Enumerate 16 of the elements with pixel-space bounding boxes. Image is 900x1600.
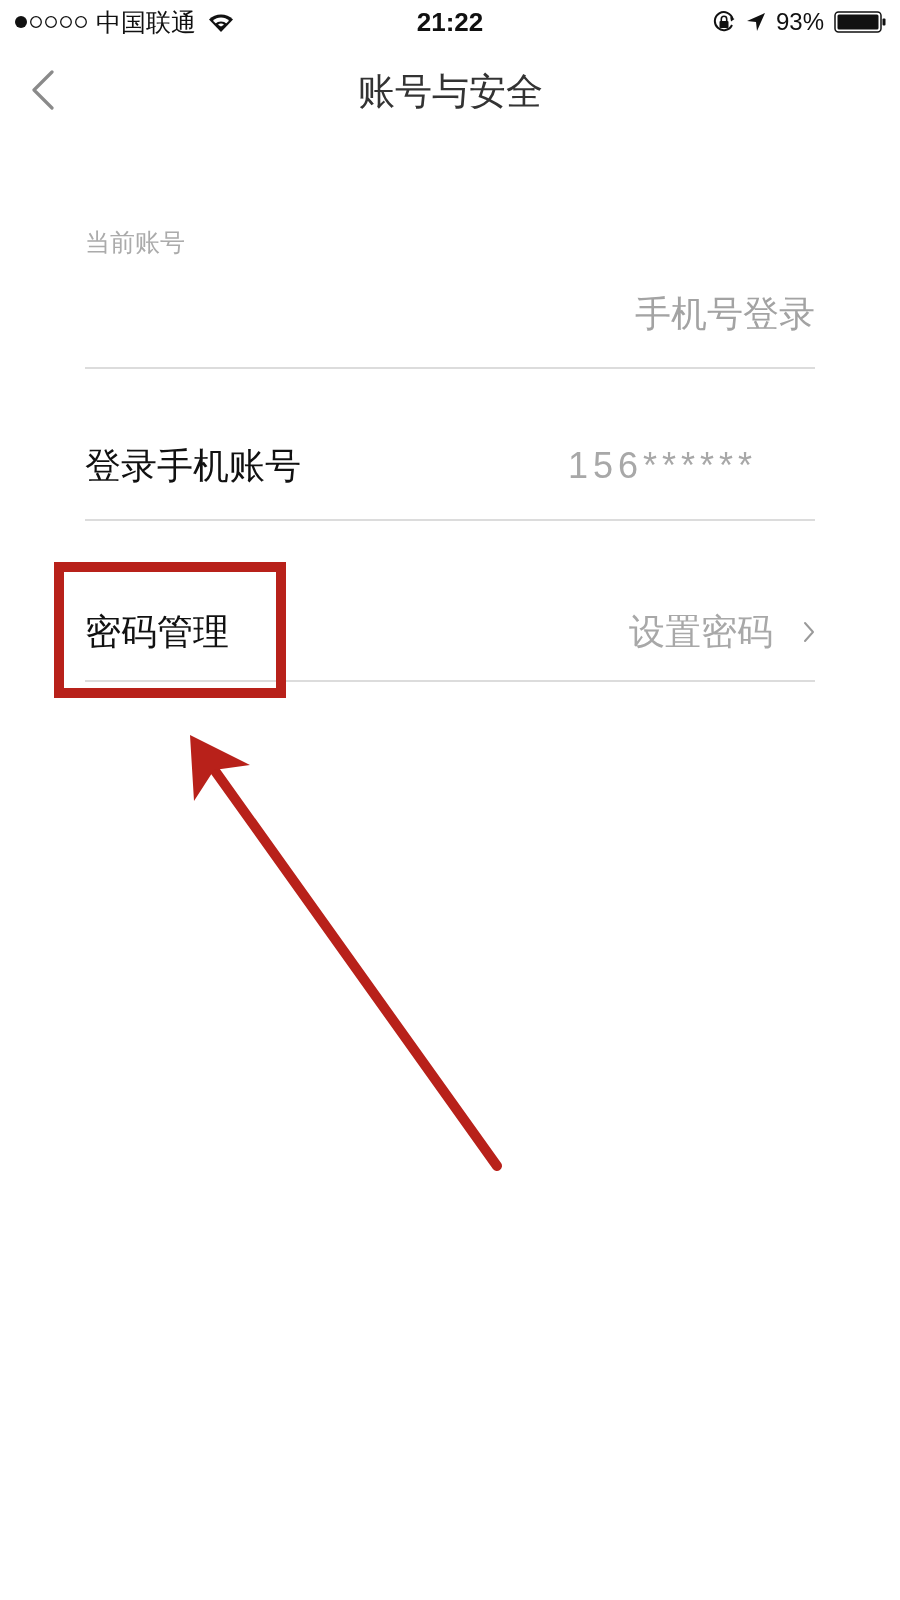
signal-dots-icon (14, 15, 88, 29)
row-label[interactable]: 密码管理 (85, 609, 229, 655)
rotation-lock-icon (711, 10, 736, 34)
status-time: 21:22 (416, 6, 484, 38)
chevron-right-icon[interactable] (803, 621, 815, 643)
row-value: 156****** (567, 444, 757, 488)
row-label: 登录手机账号 (85, 444, 301, 488)
login-method-text: 手机号登录 (635, 292, 815, 336)
page-title: 账号与安全 (357, 69, 543, 115)
carrier-name: 中国联通 (96, 6, 196, 39)
location-arrow-icon (745, 12, 766, 32)
wifi-icon (208, 12, 234, 32)
back-icon[interactable] (31, 70, 55, 110)
section-label: 当前账号 (85, 227, 186, 259)
battery-percent: 93% (775, 8, 824, 36)
battery-icon (834, 11, 886, 33)
